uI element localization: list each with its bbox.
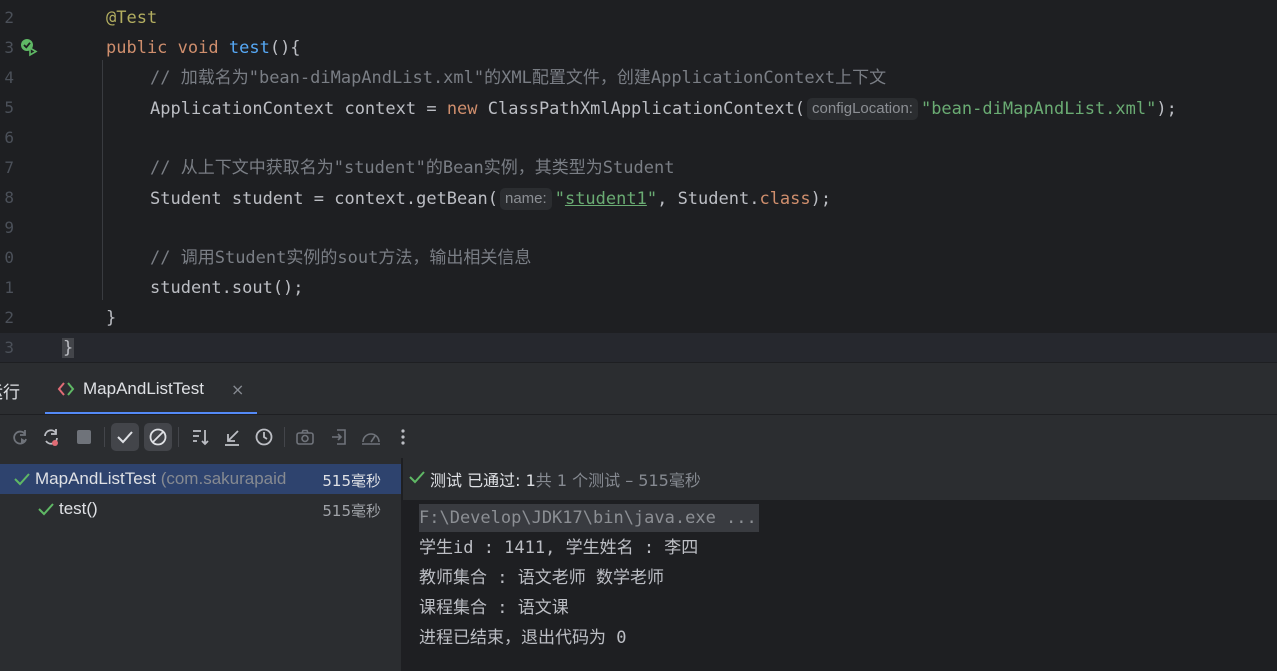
line-number: 2 xyxy=(4,8,14,27)
code-editor[interactable]: 2 @Test 3 public void test(){ 4 // 加载名为"… xyxy=(0,0,1277,362)
tool-window-title: 运行 xyxy=(0,383,20,403)
param-hint: name: xyxy=(500,188,552,210)
rerun-failed-icon xyxy=(44,429,58,446)
toolbar-separator xyxy=(178,427,179,447)
code-line: 8 Student student = context.getBean(name… xyxy=(0,183,1277,213)
test-duration: 515毫秒 xyxy=(318,470,381,491)
sort-by-duration-button[interactable] xyxy=(250,423,278,451)
sort-duration-icon xyxy=(255,428,273,446)
line-number: 1 xyxy=(4,278,14,297)
sort-alphabetically-button[interactable] xyxy=(186,423,214,451)
line-number: 3 xyxy=(4,338,14,357)
code-line: 5 ApplicationContext context = new Class… xyxy=(0,93,1277,123)
export-results-button[interactable] xyxy=(291,423,319,451)
code-comment: // 从上下文中获取名为"student"的Bean实例，其类型为Student xyxy=(150,158,675,178)
import-tests-button[interactable] xyxy=(325,423,353,451)
code-line: 1 student.sout(); xyxy=(0,273,1277,303)
test-class-icon xyxy=(57,382,75,396)
test-tree-item[interactable]: test() 515毫秒 xyxy=(0,494,401,524)
line-number: 2 xyxy=(4,308,14,327)
close-icon[interactable]: × xyxy=(231,380,244,399)
code-comment: // 加载名为"bean-diMapAndList.xml"的XML配置文件，创… xyxy=(150,68,887,88)
annotation: @Test xyxy=(106,8,158,28)
coverage-icon xyxy=(362,433,380,445)
code-line: 4 // 加载名为"bean-diMapAndList.xml"的XML配置文件… xyxy=(0,63,1277,93)
test-tree-root[interactable]: MapAndListTest (com.sakurapaid 515毫秒 xyxy=(0,464,401,494)
check-icon xyxy=(117,431,133,444)
line-number: 5 xyxy=(4,98,14,117)
show-passed-toggle[interactable] xyxy=(111,423,139,451)
code-statement: Student student = context.getBean(name: "… xyxy=(150,188,832,210)
line-number: 3 xyxy=(4,38,14,57)
coverage-button[interactable] xyxy=(357,423,385,451)
code-line: 7 // 从上下文中获取名为"student"的Bean实例，其类型为Stude… xyxy=(0,153,1277,183)
console-line: 教师集合 : 语文老师 数学老师 xyxy=(419,568,664,588)
show-ignored-icon xyxy=(149,428,167,446)
show-ignored-toggle[interactable] xyxy=(144,423,172,451)
code-line: 2 } xyxy=(0,303,1277,333)
bean-reference-link[interactable]: student1 xyxy=(565,189,647,209)
line-number: 8 xyxy=(4,188,14,207)
code-line: 0 // 调用Student实例的sout方法，输出相关信息 xyxy=(0,243,1277,273)
code-line-current: 3 } xyxy=(0,333,1277,362)
line-number: 0 xyxy=(4,248,14,267)
check-icon xyxy=(14,473,30,486)
test-duration: 515毫秒 xyxy=(322,502,381,520)
stop-button[interactable] xyxy=(70,423,98,451)
console-line: 课程集合 : 语文课 xyxy=(419,598,569,618)
run-tool-window-header: 运行 MapAndListTest × xyxy=(0,362,1277,415)
more-options-icon xyxy=(401,429,405,445)
test-method-name: test() xyxy=(59,499,98,518)
tab-mapandlisttest[interactable]: MapAndListTest × xyxy=(45,363,257,415)
test-results-tree: MapAndListTest (com.sakurapaid 515毫秒 tes… xyxy=(0,458,401,671)
method-signature: public void test(){ xyxy=(106,38,301,58)
check-icon xyxy=(38,503,54,516)
code-statement: student.sout(); xyxy=(150,278,304,298)
console-line: 进程已结束，退出代码为 0 xyxy=(419,628,627,648)
tab-label: MapAndListTest xyxy=(83,379,204,398)
collapse-all-button[interactable] xyxy=(218,423,246,451)
rerun-failed-button[interactable] xyxy=(37,423,65,451)
line-number: 9 xyxy=(4,218,14,237)
sort-collapse-icon xyxy=(225,430,239,446)
code-line: 9 xyxy=(0,213,1277,243)
code-line: 6 xyxy=(0,123,1277,153)
line-number: 6 xyxy=(4,128,14,147)
test-status-bar: 测试 已通过: 1共 1 个测试 – 515毫秒 xyxy=(403,458,1277,500)
sort-alpha-icon xyxy=(193,430,209,446)
stop-icon xyxy=(77,430,91,444)
code-comment: // 调用Student实例的sout方法，输出相关信息 xyxy=(150,248,532,268)
line-number: 4 xyxy=(4,68,14,87)
param-hint: configLocation: xyxy=(807,98,918,120)
check-icon xyxy=(409,471,425,484)
code-line: 2 @Test xyxy=(0,3,1277,33)
code-line: 3 public void test(){ xyxy=(0,33,1277,63)
test-status-text: 测试 已通过: 1共 1 个测试 – 515毫秒 xyxy=(430,471,701,490)
console-line: 学生id : 1411, 学生姓名 : 李四 xyxy=(419,538,699,558)
closing-brace: } xyxy=(106,308,117,328)
console-output[interactable]: F:\Develop\JDK17\bin\java.exe ... 学生id :… xyxy=(403,500,1277,671)
rerun-icon xyxy=(13,430,27,445)
line-number: 7 xyxy=(4,158,14,177)
more-options-button[interactable] xyxy=(389,423,417,451)
rerun-button[interactable] xyxy=(6,423,34,451)
import-tests-icon xyxy=(332,429,346,445)
run-toolbar xyxy=(0,414,1277,458)
camera-icon xyxy=(296,429,314,445)
test-class-name: MapAndListTest (com.sakurapaid xyxy=(35,469,287,488)
code-statement: ApplicationContext context = new ClassPa… xyxy=(150,98,1177,120)
toolbar-separator xyxy=(104,427,105,447)
closing-brace: } xyxy=(62,338,75,358)
console-command-line[interactable]: F:\Develop\JDK17\bin\java.exe ... xyxy=(419,504,759,532)
toolbar-separator xyxy=(284,427,285,447)
